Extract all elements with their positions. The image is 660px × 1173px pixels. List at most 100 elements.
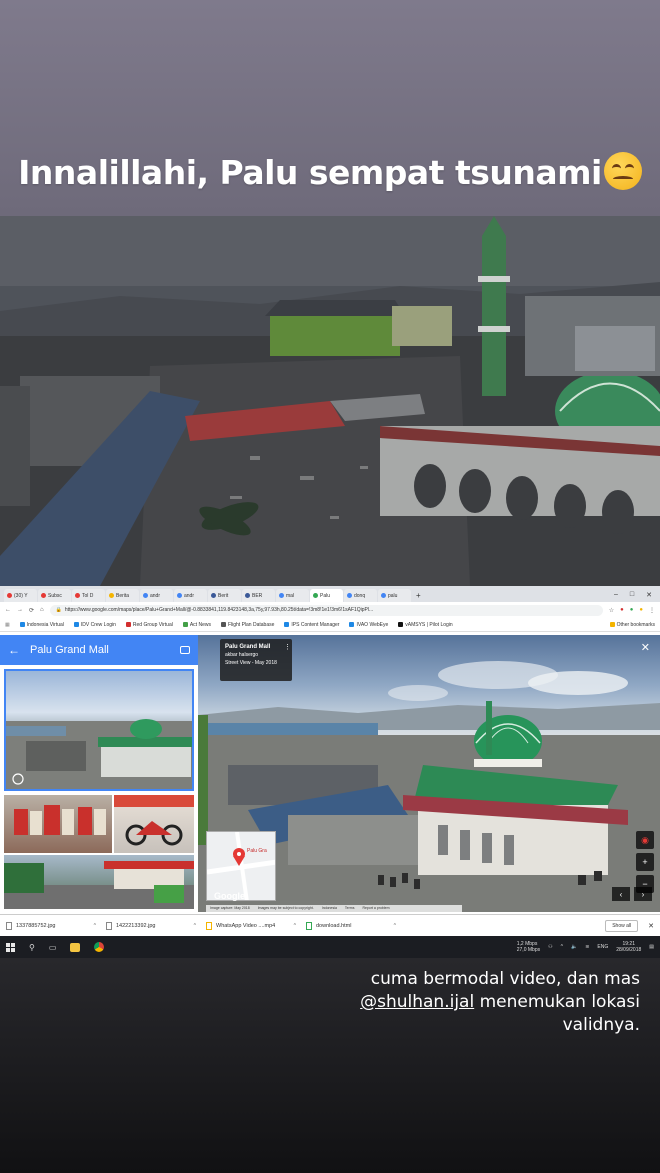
- chevron-up-icon[interactable]: ^: [294, 923, 296, 929]
- photo-thumbnail[interactable]: [4, 855, 194, 909]
- downloads-bar: 1337885752.jpg ^ 1422213392.jpg ^ WhatsApp…: [0, 914, 660, 936]
- browser-tab[interactable]: BER: [242, 589, 275, 602]
- other-bookmarks[interactable]: Other bookmarks: [609, 622, 655, 628]
- window-controls: – □ ✕: [606, 591, 660, 602]
- back-arrow-icon[interactable]: ←: [5, 607, 11, 613]
- bookmark-item[interactable]: Flight Plan Database: [220, 622, 274, 628]
- browser-tab[interactable]: Berita: [106, 589, 139, 602]
- file-icon: [206, 921, 212, 930]
- tab-favicon-icon: [109, 593, 114, 598]
- street-view-info-card: Palu Grand Mall akbar halsergo Street Vi…: [220, 639, 292, 681]
- bookmark-item[interactable]: Indonesia Virtual: [19, 622, 64, 628]
- bookmark-item[interactable]: IDV Crew Login: [73, 622, 116, 628]
- chrome-icon[interactable]: [94, 942, 105, 952]
- home-icon[interactable]: ⌂: [40, 607, 44, 613]
- caption-line2: menemukan lokasi validnya.: [474, 992, 640, 1035]
- extension-icon[interactable]: ●: [630, 607, 634, 613]
- browser-tab[interactable]: Berit: [208, 589, 241, 602]
- close-downloads-icon[interactable]: ✕: [648, 922, 654, 930]
- bookmark-item[interactable]: Red Group Virtual: [125, 622, 173, 628]
- bookmark-item[interactable]: IPS Content Manager: [284, 622, 339, 628]
- browser-tab[interactable]: donq: [344, 589, 377, 602]
- reload-icon[interactable]: ⟳: [29, 607, 34, 614]
- forward-arrow-icon[interactable]: →: [17, 607, 23, 613]
- tab-favicon-icon: [347, 593, 352, 598]
- browser-tab-bar: (30) Y Subsc Tol D Berita andr andr Beri…: [0, 586, 660, 602]
- chevron-up-icon[interactable]: ^: [94, 923, 96, 929]
- tab-favicon-icon: [143, 593, 148, 598]
- bookmark-item[interactable]: IVAO WebEye: [349, 622, 388, 628]
- bookmark-favicon-icon: [349, 622, 355, 627]
- more-options-icon[interactable]: ⋮: [284, 643, 291, 651]
- next-arrow-icon[interactable]: ›: [634, 887, 652, 901]
- browser-tab[interactable]: mal: [276, 589, 309, 602]
- menu-dots-icon[interactable]: ⋮: [649, 607, 655, 614]
- zoom-in-icon[interactable]: +: [636, 853, 654, 871]
- minimize-icon[interactable]: –: [614, 591, 618, 599]
- task-view-icon[interactable]: ▭: [49, 943, 57, 952]
- browser-tab[interactable]: (30) Y: [4, 589, 37, 602]
- extension-icon[interactable]: ●: [620, 607, 624, 613]
- show-all-button[interactable]: Show all: [605, 919, 639, 932]
- bookmark-favicon-icon: [182, 622, 188, 627]
- windows-start-icon[interactable]: [6, 942, 15, 952]
- language-indicator[interactable]: ENG: [597, 944, 608, 950]
- browser-tab[interactable]: Tol D: [72, 589, 105, 602]
- wifi-icon[interactable]: ≋: [585, 944, 589, 950]
- back-arrow-icon[interactable]: ←: [8, 643, 20, 657]
- card-date: Street View - May 2018: [225, 659, 277, 666]
- tab-favicon-icon: [381, 593, 386, 598]
- bookmark-favicon-icon: [19, 622, 25, 627]
- bookmark-favicon-icon: [220, 622, 226, 627]
- browser-tab[interactable]: palu: [378, 589, 411, 602]
- download-item[interactable]: download.html ^: [306, 921, 396, 930]
- browser-tab[interactable]: andr: [174, 589, 207, 602]
- file-explorer-icon[interactable]: [70, 942, 81, 952]
- download-item[interactable]: 1337885752.jpg ^: [6, 921, 96, 930]
- photo-thumbnail[interactable]: [4, 795, 112, 853]
- desktop-screenshot: (30) Y Subsc Tol D Berita andr andr Beri…: [0, 586, 660, 958]
- photo-thumbnail[interactable]: [114, 795, 194, 853]
- side-panel-header: ← Palu Grand Mall: [0, 635, 198, 665]
- secure-lock-icon: 🔒: [55, 607, 62, 613]
- close-window-icon[interactable]: ✕: [646, 591, 652, 599]
- maximize-icon[interactable]: □: [630, 591, 634, 599]
- compass-icon[interactable]: ◉: [636, 831, 654, 849]
- browser-tab[interactable]: Subsc: [38, 589, 71, 602]
- new-tab-plus-icon[interactable]: +: [412, 591, 425, 602]
- chevron-up-icon[interactable]: ^: [394, 923, 396, 929]
- browser-tab-active[interactable]: Palu: [310, 589, 343, 602]
- search-icon[interactable]: ⚲: [29, 943, 35, 952]
- prev-arrow-icon[interactable]: ‹: [612, 887, 630, 901]
- file-icon: [6, 921, 12, 930]
- download-item[interactable]: 1422213392.jpg ^: [106, 921, 196, 930]
- card-author[interactable]: akbar halsergo: [225, 652, 287, 660]
- street-view-thumbnail[interactable]: [4, 669, 194, 791]
- chevron-up-icon[interactable]: ^: [561, 944, 563, 950]
- photo-thumbnails: [4, 795, 194, 909]
- bookmarks-bar: ▦ Indonesia Virtual IDV Crew Login Red G…: [0, 618, 660, 632]
- notification-icon[interactable]: ▤: [649, 944, 654, 950]
- camera-icon[interactable]: [180, 646, 190, 654]
- extension-icon[interactable]: ●: [639, 607, 643, 613]
- apps-icon[interactable]: ▦: [5, 622, 10, 628]
- clock[interactable]: 19:21 28/09/2018: [616, 941, 641, 953]
- close-icon[interactable]: ✕: [641, 641, 650, 654]
- bookmark-favicon-icon: [398, 622, 404, 627]
- bookmark-star-icon[interactable]: ☆: [609, 607, 614, 614]
- network-speed: 1,2 Mbps 27,0 Mbps: [516, 941, 541, 953]
- bookmark-item[interactable]: vAMSYS | Pilot Login: [398, 622, 453, 628]
- chevron-up-icon[interactable]: ^: [194, 923, 196, 929]
- bookmark-item[interactable]: Act News: [182, 622, 211, 628]
- url-field[interactable]: 🔒 https://www.google.com/maps/place/Palu…: [49, 604, 603, 616]
- user-mention[interactable]: @shulhan.ijal: [360, 992, 474, 1012]
- download-item[interactable]: WhatsApp Video ....mp4 ^: [206, 921, 296, 930]
- story-title-text: Innalillahi, Palu sempat tsunami: [18, 153, 602, 192]
- browser-tab[interactable]: andr: [140, 589, 173, 602]
- street-view-panorama[interactable]: Palu Grand Mall akbar halsergo Street Vi…: [198, 635, 660, 912]
- volume-icon[interactable]: 🔈: [571, 944, 577, 950]
- maps-side-panel: ← Palu Grand Mall: [0, 635, 198, 912]
- tab-favicon-icon: [177, 593, 182, 598]
- file-icon: [306, 921, 312, 930]
- person-icon[interactable]: ⚇: [548, 944, 552, 950]
